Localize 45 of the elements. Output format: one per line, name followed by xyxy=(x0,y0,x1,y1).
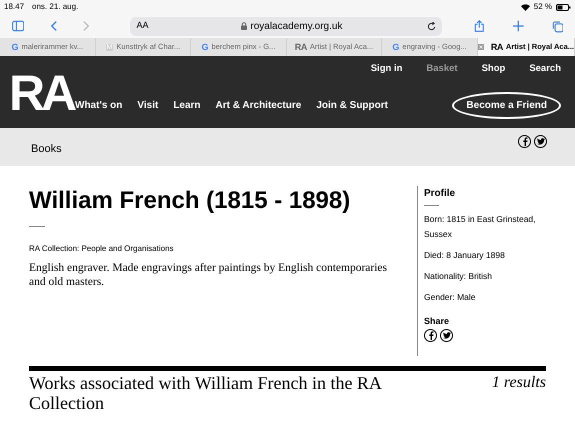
battery-percent: 52 % xyxy=(534,1,552,13)
header-link[interactable]: Search xyxy=(529,62,561,76)
results-count: 1 results xyxy=(492,372,546,392)
twitter-icon[interactable] xyxy=(534,135,547,148)
back-icon[interactable] xyxy=(50,20,58,32)
nav-link[interactable]: Visit xyxy=(137,98,158,114)
become-friend-button[interactable]: Become a Friend xyxy=(452,92,561,120)
address-bar[interactable]: AA royalacademy.org.uk xyxy=(130,16,442,36)
profile-fact: Born: 1815 in East Grinstead, Sussex xyxy=(424,213,537,241)
sidebar-icon[interactable] xyxy=(12,20,24,32)
url-text: royalacademy.org.uk xyxy=(250,20,342,34)
header-link[interactable]: Shop xyxy=(482,62,506,76)
profile-fact: Nationality: British xyxy=(424,270,494,283)
plus-icon[interactable] xyxy=(512,20,524,32)
nav-link[interactable]: Art & Architecture xyxy=(216,98,302,114)
profile-heading: Profile xyxy=(424,187,456,201)
header-link[interactable]: Sign in xyxy=(370,62,402,76)
lock-icon xyxy=(241,22,248,30)
reload-icon[interactable] xyxy=(427,22,436,30)
breadcrumb-link[interactable]: Books xyxy=(31,141,62,158)
text-size-button[interactable]: AA xyxy=(136,19,156,33)
tab-logo: G xyxy=(202,42,209,52)
nav-link[interactable]: Learn xyxy=(173,98,201,114)
facebook-icon[interactable] xyxy=(518,135,531,148)
nav-link[interactable]: Join & Support xyxy=(316,98,388,114)
share-heading: Share xyxy=(424,315,450,328)
nav-link[interactable]: What's on xyxy=(75,98,122,114)
works-heading: Works associated with William French in the RA Collection xyxy=(29,372,382,412)
facebook-icon[interactable] xyxy=(424,328,437,342)
wifi-icon xyxy=(520,4,530,10)
profile-fact: Gender: Male xyxy=(424,291,476,304)
share-icon[interactable] xyxy=(474,19,485,33)
tab-logo: RA xyxy=(294,42,307,52)
tab-logo: G xyxy=(392,42,400,52)
collection-label: RA Collection: People and Organisations xyxy=(29,243,175,255)
artist-title: William French (1815 - 1898) xyxy=(29,186,352,216)
artist-description: English engraver. Made engravings after paintings by English contemporaries and old masters. xyxy=(29,261,388,289)
tab-logo: RA xyxy=(490,42,503,52)
battery-icon xyxy=(556,4,571,10)
twitter-icon[interactable] xyxy=(440,328,453,342)
profile-fact: Died: 8 January 1898 xyxy=(424,249,506,262)
tabs-icon[interactable] xyxy=(552,20,563,32)
status-date: ons. 21. aug. xyxy=(32,1,78,13)
status-time: 18.47 xyxy=(4,1,24,13)
tab-logo: G xyxy=(12,42,19,52)
